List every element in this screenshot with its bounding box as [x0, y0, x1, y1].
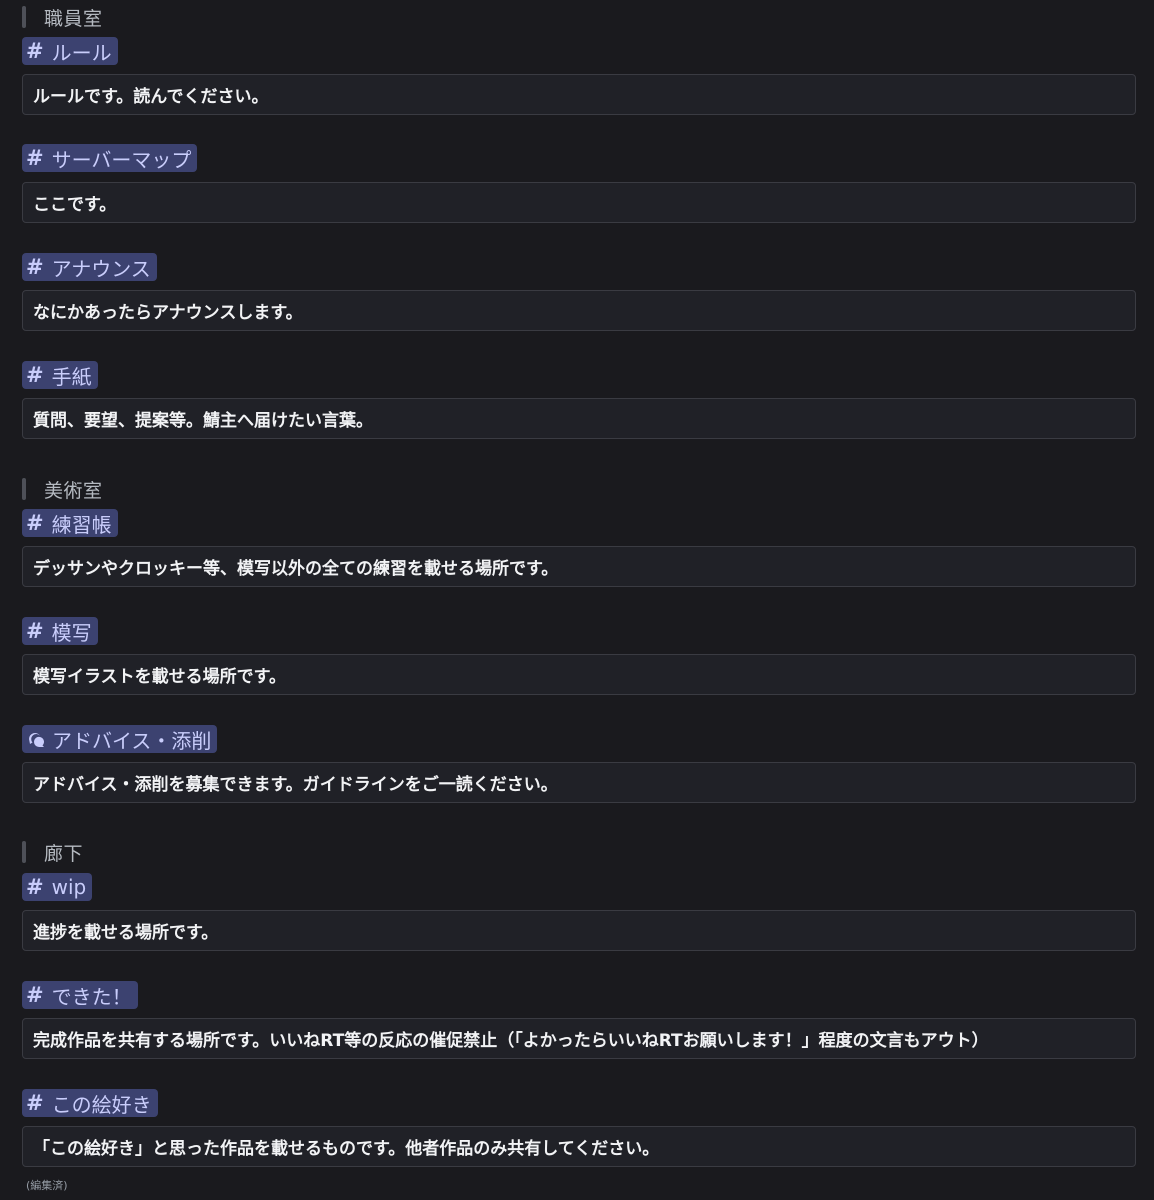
- hash-icon: #: [26, 983, 44, 1007]
- channel-description: ルールです。読んでください。: [22, 74, 1136, 115]
- channel-mention-letter[interactable]: # 手紙: [22, 361, 98, 389]
- edited-label: (編集済): [26, 1179, 68, 1192]
- section-heading: 廊下: [22, 837, 83, 867]
- channel-description: アドバイス・添削を募集できます。ガイドラインをご一読ください。: [22, 762, 1136, 803]
- quote-bar: [22, 6, 26, 28]
- channel-mention-rules[interactable]: # ルール: [22, 37, 118, 65]
- channel-description: 完成作品を共有する場所です。いいねRT等の反応の催促禁止（「よかったらいいねRT…: [22, 1018, 1136, 1059]
- channel-name: 練習帳: [51, 512, 112, 537]
- section-heading: 美術室: [22, 474, 103, 504]
- channel-name: サーバーマップ: [51, 147, 192, 172]
- channel-name: できた！: [51, 984, 132, 1009]
- channel-description: 進捗を載せる場所です。: [22, 910, 1136, 951]
- channel-mention-wip[interactable]: # wip: [22, 873, 93, 901]
- section-heading: 職員室: [22, 2, 103, 32]
- hash-icon: #: [26, 39, 44, 63]
- channel-name: ルール: [51, 40, 112, 65]
- hash-icon: #: [26, 255, 44, 279]
- channel-description: 模写イラストを載せる場所です。: [22, 654, 1136, 695]
- forum-icon: [29, 733, 44, 747]
- channel-description: なにかあったらアナウンスします。: [22, 290, 1136, 331]
- section-heading-text: 職員室: [44, 7, 103, 30]
- channel-description: デッサンやクロッキー等、模写以外の全ての練習を載せる場所です。: [22, 546, 1136, 587]
- hash-icon: #: [26, 363, 44, 387]
- channel-description: 質問、要望、提案等。鯖主へ届けたい言葉。: [22, 398, 1136, 439]
- quote-bar: [22, 478, 26, 500]
- channel-name: アドバイス・添削: [52, 728, 212, 753]
- hash-icon: #: [26, 619, 44, 643]
- hash-icon: #: [26, 875, 44, 899]
- section-heading-text: 廊下: [44, 842, 84, 865]
- channel-name: 模写: [51, 620, 92, 645]
- channel-mention-announce[interactable]: # アナウンス: [22, 253, 157, 281]
- channel-mention-favorite[interactable]: # この絵好き: [22, 1089, 158, 1117]
- channel-name: 手紙: [51, 364, 92, 389]
- hash-icon: #: [26, 511, 44, 535]
- quote-bar: [22, 841, 26, 863]
- section-heading-text: 美術室: [44, 479, 103, 502]
- channel-mention-copy[interactable]: # 模写: [22, 617, 98, 645]
- channel-mention-practice[interactable]: # 練習帳: [22, 509, 118, 537]
- hash-icon: #: [26, 1091, 44, 1115]
- channel-name: この絵好き: [51, 1092, 152, 1117]
- channel-name: wip: [51, 875, 87, 899]
- channel-mention-server-map[interactable]: # サーバーマップ: [22, 144, 198, 172]
- channel-description: 「この絵好き」と思った作品を載せるものです。他者作品のみ共有してください。: [22, 1126, 1136, 1167]
- channel-mention-done[interactable]: # できた！: [22, 981, 138, 1009]
- channel-name: アナウンス: [51, 256, 151, 281]
- hash-icon: #: [26, 146, 44, 170]
- channel-description: ここです。: [22, 182, 1136, 223]
- channel-mention-advice[interactable]: アドバイス・添削: [22, 725, 218, 753]
